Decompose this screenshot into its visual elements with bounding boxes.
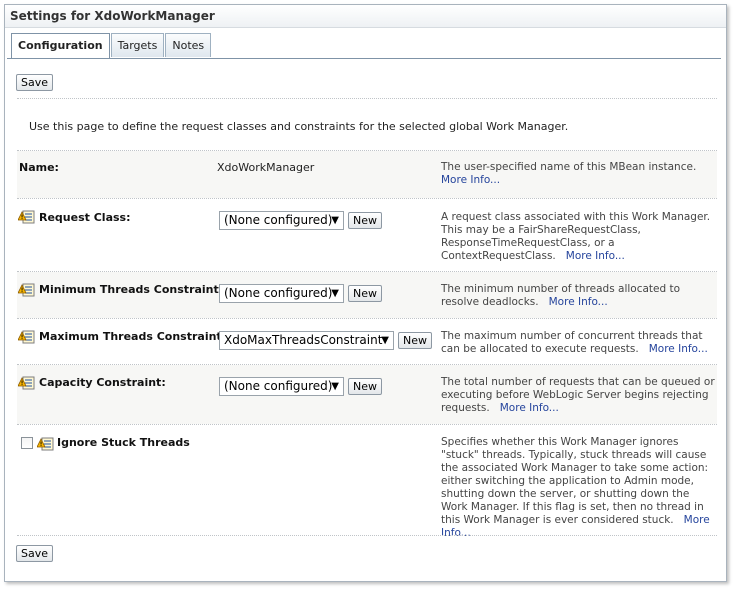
ignore-stuck-description: Specifies whether this Work Manager igno… [441,436,717,540]
chevron-down-icon: ▼ [331,215,339,226]
name-more-info-link[interactable]: More Info... [441,174,500,186]
tab-targets[interactable]: Targets [110,33,165,57]
request-class-select-value: (None configured) [224,213,333,227]
name-description: The user-specified name of this MBean in… [441,161,717,187]
max-threads-new-button[interactable]: New [398,332,432,349]
tab-bar: Configuration Targets Notes [11,33,212,59]
max-threads-more-info-link[interactable]: More Info... [649,343,708,355]
configuration-form: Save Use this page to define the request… [7,58,721,578]
restart-required-icon [18,210,35,224]
restart-required-icon [18,330,35,344]
restart-required-icon [37,437,54,451]
request-class-description: A request class associated with this Wor… [441,211,717,263]
save-button-top[interactable]: Save [16,74,54,91]
min-threads-row: Minimum Threads Constraint: (None config… [17,272,717,318]
chevron-down-icon: ▼ [331,381,339,392]
panel-title: Settings for XdoWorkManager [5,5,726,28]
max-threads-select[interactable]: XdoMaxThreadsConstraint ▼ [219,331,394,350]
name-value: XdoWorkManager [217,161,315,174]
name-row: Name: XdoWorkManager The user-specified … [17,151,717,198]
request-class-label: Request Class: [39,211,131,224]
save-button-bottom[interactable]: Save [16,545,54,562]
capacity-more-info-link[interactable]: More Info... [500,402,559,414]
capacity-select[interactable]: (None configured) ▼ [219,377,344,396]
capacity-row: Capacity Constraint: (None configured) ▼… [17,365,717,424]
max-threads-label: Maximum Threads Constraint: [39,330,227,343]
chevron-down-icon: ▼ [381,335,389,346]
settings-panel: Settings for XdoWorkManager Configuratio… [4,4,727,582]
ignore-stuck-label: Ignore Stuck Threads [57,436,190,449]
name-description-text: The user-specified name of this MBean in… [441,161,697,173]
min-threads-label: Minimum Threads Constraint: [39,283,224,296]
max-threads-row: Maximum Threads Constraint: XdoMaxThread… [17,319,717,364]
max-threads-description: The maximum number of concurrent threads… [441,330,717,356]
capacity-description: The total number of requests that can be… [441,376,717,415]
ignore-stuck-row: Ignore Stuck Threads Specifies whether t… [17,425,717,539]
intro-text: Use this page to define the request clas… [29,120,569,133]
capacity-select-value: (None configured) [224,379,333,393]
min-threads-select-value: (None configured) [224,286,333,300]
chevron-down-icon: ▼ [331,288,339,299]
tab-notes[interactable]: Notes [165,33,212,57]
ignore-stuck-description-text: Specifies whether this Work Manager igno… [441,436,709,526]
capacity-label: Capacity Constraint: [39,376,166,389]
tab-configuration[interactable]: Configuration [11,33,110,59]
min-threads-description: The minimum number of threads allocated … [441,283,717,309]
min-threads-more-info-link[interactable]: More Info... [549,296,608,308]
min-threads-select[interactable]: (None configured) ▼ [219,284,344,303]
max-threads-select-value: XdoMaxThreadsConstraint [224,333,383,347]
restart-required-icon [18,283,35,297]
capacity-new-button[interactable]: New [348,378,382,395]
min-threads-new-button[interactable]: New [348,285,382,302]
restart-required-icon [18,376,35,390]
request-class-new-button[interactable]: New [348,212,382,229]
divider [17,535,717,536]
request-class-more-info-link[interactable]: More Info... [566,250,625,262]
request-class-select[interactable]: (None configured) ▼ [219,211,344,230]
request-class-row: Request Class: (None configured) ▼ New A… [17,199,717,271]
name-label: Name: [19,161,59,174]
capacity-description-text: The total number of requests that can be… [441,376,715,414]
divider [17,98,717,99]
ignore-stuck-checkbox[interactable] [21,437,33,449]
